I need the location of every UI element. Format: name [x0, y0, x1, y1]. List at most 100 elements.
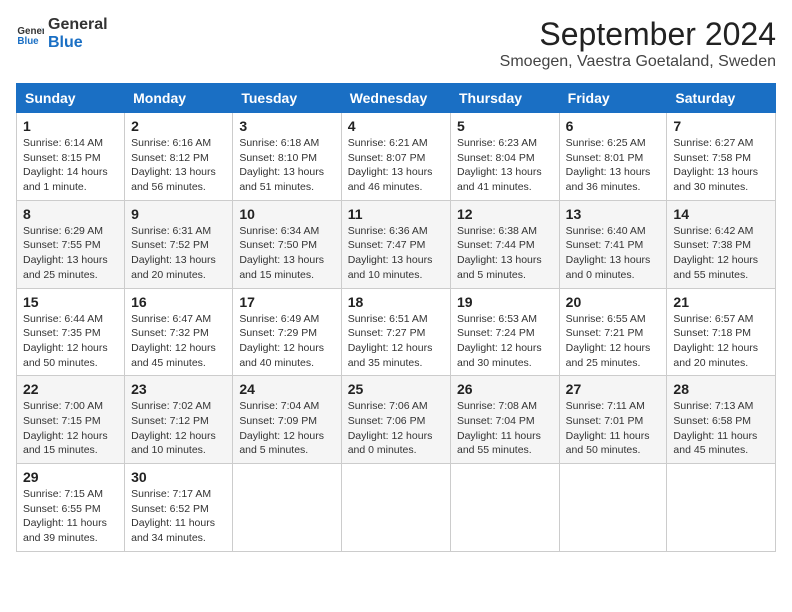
- svg-text:Blue: Blue: [17, 35, 39, 46]
- day-number: 28: [673, 381, 769, 397]
- weekday-header-sunday: Sunday: [17, 84, 125, 113]
- calendar-cell: [667, 464, 776, 552]
- logo-line2: Blue: [48, 34, 108, 52]
- logo-icon: General Blue: [16, 20, 44, 48]
- calendar-week-1: 1 Sunrise: 6:14 AMSunset: 8:15 PMDaylight…: [17, 113, 776, 201]
- calendar-body: 1 Sunrise: 6:14 AMSunset: 8:15 PMDaylight…: [17, 113, 776, 552]
- cell-info: Sunrise: 7:15 AMSunset: 6:55 PMDaylight:…: [23, 487, 118, 546]
- cell-info: Sunrise: 6:51 AMSunset: 7:27 PMDaylight:…: [348, 312, 444, 371]
- cell-info: Sunrise: 7:02 AMSunset: 7:12 PMDaylight:…: [131, 399, 226, 458]
- weekday-header-saturday: Saturday: [667, 84, 776, 113]
- calendar-cell: 6 Sunrise: 6:25 AMSunset: 8:01 PMDaylight…: [559, 113, 667, 201]
- cell-info: Sunrise: 6:18 AMSunset: 8:10 PMDaylight:…: [239, 136, 334, 195]
- calendar-cell: 29 Sunrise: 7:15 AMSunset: 6:55 PMDayligh…: [17, 464, 125, 552]
- calendar-cell: 20Sunrise: 6:55 AMSunset: 7:21 PMDayligh…: [559, 288, 667, 376]
- calendar-cell: 10Sunrise: 6:34 AMSunset: 7:50 PMDayligh…: [233, 200, 341, 288]
- calendar-cell: 28Sunrise: 7:13 AMSunset: 6:58 PMDayligh…: [667, 376, 776, 464]
- cell-info: Sunrise: 6:36 AMSunset: 7:47 PMDaylight:…: [348, 224, 444, 283]
- day-number: 25: [348, 381, 444, 397]
- calendar-cell: 13 Sunrise: 6:40 AMSunset: 7:41 PMDayligh…: [559, 200, 667, 288]
- day-number: 13: [566, 206, 661, 222]
- day-number: 14: [673, 206, 769, 222]
- calendar-cell: 12 Sunrise: 6:38 AMSunset: 7:44 PMDayligh…: [451, 200, 560, 288]
- day-number: 11: [348, 206, 444, 222]
- cell-info: Sunrise: 6:31 AMSunset: 7:52 PMDaylight:…: [131, 224, 226, 283]
- day-number: 3: [239, 118, 334, 134]
- day-number: 9: [131, 206, 226, 222]
- day-number: 2: [131, 118, 226, 134]
- day-number: 16: [131, 294, 226, 310]
- day-number: 8: [23, 206, 118, 222]
- calendar-cell: 3 Sunrise: 6:18 AMSunset: 8:10 PMDaylight…: [233, 113, 341, 201]
- calendar-cell: 2 Sunrise: 6:16 AMSunset: 8:12 PMDaylight…: [125, 113, 233, 201]
- cell-info: Sunrise: 7:00 AMSunset: 7:15 PMDaylight:…: [23, 399, 118, 458]
- cell-info: Sunrise: 7:17 AMSunset: 6:52 PMDaylight:…: [131, 487, 226, 546]
- cell-info: Sunrise: 6:49 AMSunset: 7:29 PMDaylight:…: [239, 312, 334, 371]
- calendar-cell: 27 Sunrise: 7:11 AMSunset: 7:01 PMDayligh…: [559, 376, 667, 464]
- day-number: 6: [566, 118, 661, 134]
- calendar-cell: 18 Sunrise: 6:51 AMSunset: 7:27 PMDayligh…: [341, 288, 450, 376]
- day-number: 24: [239, 381, 334, 397]
- weekday-header-tuesday: Tuesday: [233, 84, 341, 113]
- calendar-cell: 15 Sunrise: 6:44 AMSunset: 7:35 PMDayligh…: [17, 288, 125, 376]
- day-number: 12: [457, 206, 553, 222]
- main-title: September 2024: [500, 16, 776, 53]
- calendar-header-row: SundayMondayTuesdayWednesdayThursdayFrid…: [17, 84, 776, 113]
- day-number: 7: [673, 118, 769, 134]
- calendar-cell: [559, 464, 667, 552]
- day-number: 17: [239, 294, 334, 310]
- cell-info: Sunrise: 6:16 AMSunset: 8:12 PMDaylight:…: [131, 136, 226, 195]
- calendar-cell: 24 Sunrise: 7:04 AMSunset: 7:09 PMDayligh…: [233, 376, 341, 464]
- calendar-cell: 23 Sunrise: 7:02 AMSunset: 7:12 PMDayligh…: [125, 376, 233, 464]
- weekday-header-thursday: Thursday: [451, 84, 560, 113]
- cell-info: Sunrise: 7:04 AMSunset: 7:09 PMDaylight:…: [239, 399, 334, 458]
- calendar-cell: 11 Sunrise: 6:36 AMSunset: 7:47 PMDayligh…: [341, 200, 450, 288]
- day-number: 29: [23, 469, 118, 485]
- calendar-cell: 14 Sunrise: 6:42 AMSunset: 7:38 PMDayligh…: [667, 200, 776, 288]
- cell-info: Sunrise: 6:38 AMSunset: 7:44 PMDaylight:…: [457, 224, 553, 283]
- cell-info: Sunrise: 6:57 AMSunset: 7:18 PMDaylight:…: [673, 312, 769, 371]
- cell-info: Sunrise: 6:53 AMSunset: 7:24 PMDaylight:…: [457, 312, 553, 371]
- day-number: 21: [673, 294, 769, 310]
- calendar-cell: 25Sunrise: 7:06 AMSunset: 7:06 PMDayligh…: [341, 376, 450, 464]
- calendar-week-2: 8 Sunrise: 6:29 AMSunset: 7:55 PMDaylight…: [17, 200, 776, 288]
- weekday-header-wednesday: Wednesday: [341, 84, 450, 113]
- day-number: 26: [457, 381, 553, 397]
- calendar-cell: 16 Sunrise: 6:47 AMSunset: 7:32 PMDayligh…: [125, 288, 233, 376]
- logo-line1: General: [48, 16, 108, 34]
- weekday-header-monday: Monday: [125, 84, 233, 113]
- cell-info: Sunrise: 6:21 AMSunset: 8:07 PMDaylight:…: [348, 136, 444, 195]
- calendar-cell: 30Sunrise: 7:17 AMSunset: 6:52 PMDayligh…: [125, 464, 233, 552]
- cell-info: Sunrise: 6:44 AMSunset: 7:35 PMDaylight:…: [23, 312, 118, 371]
- cell-info: Sunrise: 7:11 AMSunset: 7:01 PMDaylight:…: [566, 399, 661, 458]
- logo: General Blue General Blue: [16, 16, 108, 51]
- day-number: 1: [23, 118, 118, 134]
- calendar-cell: [451, 464, 560, 552]
- day-number: 27: [566, 381, 661, 397]
- cell-info: Sunrise: 6:42 AMSunset: 7:38 PMDaylight:…: [673, 224, 769, 283]
- calendar-cell: 21 Sunrise: 6:57 AMSunset: 7:18 PMDayligh…: [667, 288, 776, 376]
- calendar-cell: 5Sunrise: 6:23 AMSunset: 8:04 PMDaylight…: [451, 113, 560, 201]
- day-number: 5: [457, 118, 553, 134]
- cell-info: Sunrise: 6:40 AMSunset: 7:41 PMDaylight:…: [566, 224, 661, 283]
- cell-info: Sunrise: 6:29 AMSunset: 7:55 PMDaylight:…: [23, 224, 118, 283]
- calendar-cell: [233, 464, 341, 552]
- day-number: 20: [566, 294, 661, 310]
- day-number: 18: [348, 294, 444, 310]
- day-number: 10: [239, 206, 334, 222]
- cell-info: Sunrise: 7:08 AMSunset: 7:04 PMDaylight:…: [457, 399, 553, 458]
- day-number: 19: [457, 294, 553, 310]
- cell-info: Sunrise: 6:47 AMSunset: 7:32 PMDaylight:…: [131, 312, 226, 371]
- weekday-header-friday: Friday: [559, 84, 667, 113]
- day-number: 23: [131, 381, 226, 397]
- calendar-cell: 17 Sunrise: 6:49 AMSunset: 7:29 PMDayligh…: [233, 288, 341, 376]
- calendar-cell: 8 Sunrise: 6:29 AMSunset: 7:55 PMDaylight…: [17, 200, 125, 288]
- header: General Blue General Blue September 2024…: [16, 16, 776, 71]
- day-number: 15: [23, 294, 118, 310]
- day-number: 22: [23, 381, 118, 397]
- day-number: 4: [348, 118, 444, 134]
- cell-info: Sunrise: 6:25 AMSunset: 8:01 PMDaylight:…: [566, 136, 661, 195]
- cell-info: Sunrise: 6:27 AMSunset: 7:58 PMDaylight:…: [673, 136, 769, 195]
- calendar-cell: 4 Sunrise: 6:21 AMSunset: 8:07 PMDaylight…: [341, 113, 450, 201]
- cell-info: Sunrise: 6:14 AMSunset: 8:15 PMDaylight:…: [23, 136, 118, 195]
